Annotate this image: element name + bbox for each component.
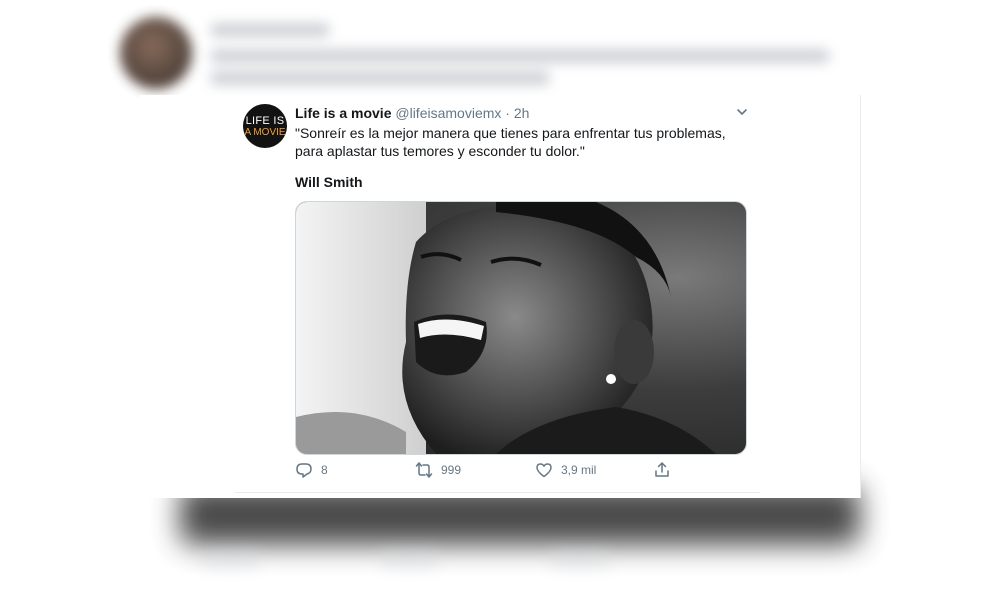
like-count: 3,9 mil [561, 463, 597, 477]
quote-author: Will Smith [295, 174, 363, 190]
tweet-header: Life is a movie @lifeisamoviemx · 2h [295, 105, 745, 125]
blurred-text-line [210, 71, 550, 85]
tweet-actions: 8 999 3,9 mil [295, 461, 745, 481]
blurred-text-line [210, 23, 330, 37]
avatar-logo-line1: LIFE IS [245, 115, 285, 127]
reply-count: 8 [321, 463, 328, 477]
reply-icon [296, 463, 312, 478]
separator-dot: · [505, 105, 510, 121]
chevron-down-icon[interactable] [735, 105, 749, 122]
timestamp[interactable]: 2h [514, 105, 530, 121]
blurred-text-line [210, 49, 830, 63]
blurred-background-tweet [110, 5, 870, 100]
tweet-text: "Sonreír es la mejor manera que tienes p… [295, 125, 726, 159]
reply-button[interactable]: 8 [295, 461, 328, 479]
avatar[interactable]: LIFE IS A MOVIE [243, 104, 287, 148]
avatar-logo-line2: A MOVIE [244, 127, 286, 138]
tweet-card[interactable]: LIFE IS A MOVIE Life is a movie @lifeisa… [140, 95, 861, 498]
divider [235, 492, 760, 493]
display-name[interactable]: Life is a movie [295, 105, 391, 121]
retweet-count: 999 [441, 463, 462, 477]
retweet-button[interactable]: 999 [415, 461, 461, 479]
tweet-photo[interactable] [295, 201, 747, 455]
user-handle[interactable]: @lifeisamoviemx [395, 105, 501, 121]
blurred-avatar [120, 17, 192, 89]
share-button[interactable] [653, 461, 671, 479]
retweet-icon [415, 462, 433, 478]
heart-icon [536, 463, 552, 478]
share-icon [655, 462, 669, 477]
like-button[interactable]: 3,9 mil [535, 461, 596, 479]
blurred-background-bottom [190, 545, 850, 575]
